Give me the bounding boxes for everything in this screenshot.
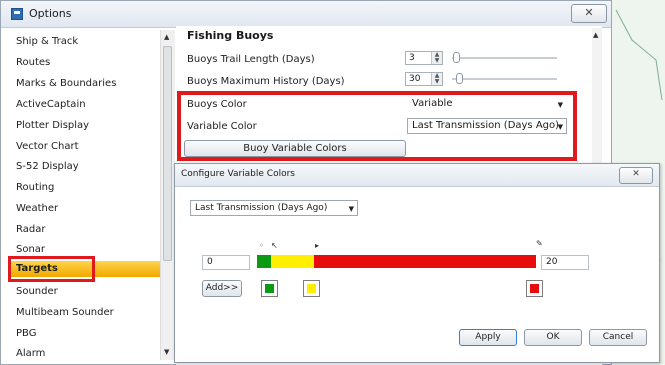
stop-marker-icon[interactable]: ↖	[271, 242, 278, 250]
red-color-swatch[interactable]	[526, 280, 543, 297]
sidebar-item-ship-track[interactable]: Ship & Track	[16, 36, 78, 47]
sidebar-item-vector-chart[interactable]: Vector Chart	[16, 141, 79, 152]
apply-label: Apply	[475, 332, 501, 342]
variable-source-value[interactable]: Last Transmission (Days Ago)	[195, 203, 327, 213]
stop-marker-icon[interactable]: ◦	[259, 242, 264, 250]
section-title: Fishing Buoys	[187, 29, 274, 42]
trail-length-slider[interactable]	[452, 57, 557, 59]
sidebar-scrollbar[interactable]: ▲ ▼	[160, 30, 175, 360]
color-bar-green-segment[interactable]	[257, 255, 271, 268]
range-max-value[interactable]: 20	[546, 257, 557, 267]
ok-button[interactable]: OK	[524, 329, 582, 346]
window-titlebar[interactable]: Options ✕	[1, 1, 611, 28]
cancel-label: Cancel	[602, 332, 634, 342]
trail-length-slider-knob[interactable]	[453, 52, 460, 63]
sidebar-item-radar[interactable]: Radar	[16, 224, 45, 235]
close-icon: ✕	[584, 6, 594, 19]
scrollbar-thumb[interactable]	[163, 46, 172, 261]
trail-length-value[interactable]: 3	[409, 53, 415, 63]
options-sidebar: Ship & Track Routes Marks & Boundaries A…	[8, 30, 175, 363]
range-max-field[interactable]: 20	[541, 255, 589, 270]
spin-buttons[interactable]: ▲ ▼	[431, 52, 442, 64]
sidebar-item-sonar[interactable]: Sonar	[16, 244, 45, 255]
apply-button[interactable]: Apply	[459, 329, 517, 346]
spin-down-icon[interactable]: ▼	[435, 78, 440, 85]
range-min-field[interactable]: 0	[202, 255, 250, 270]
color-bar-red-segment[interactable]	[314, 255, 536, 268]
ok-label: OK	[546, 332, 560, 342]
close-button[interactable]: ✕	[571, 4, 607, 23]
spin-down-icon[interactable]: ▼	[435, 57, 440, 64]
max-history-slider-knob[interactable]	[456, 73, 463, 84]
green-color-swatch[interactable]	[261, 280, 278, 297]
trail-length-spinner[interactable]: 3 ▲ ▼	[405, 51, 443, 65]
trail-length-label: Buoys Trail Length (Days)	[187, 54, 315, 65]
targets-highlight-box	[8, 256, 95, 282]
sidebar-item-marks-boundaries[interactable]: Marks & Boundaries	[16, 78, 116, 89]
dialog-title: Configure Variable Colors	[181, 169, 295, 179]
window-title: Options	[29, 7, 72, 20]
sidebar-item-alarm[interactable]: Alarm	[16, 348, 45, 359]
sidebar-item-sounder[interactable]: Sounder	[16, 286, 58, 297]
range-min-value[interactable]: 0	[207, 257, 213, 267]
dialog-titlebar[interactable]: Configure Variable Colors ✕	[175, 164, 659, 187]
max-history-slider[interactable]	[452, 78, 557, 80]
chevron-down-icon[interactable]: ▼	[349, 202, 354, 215]
variable-source-select[interactable]: Last Transmission (Days Ago) ▼	[190, 200, 358, 216]
max-history-spinner[interactable]: 30 ▲ ▼	[405, 72, 443, 86]
add-stop-button[interactable]: Add>>	[202, 280, 242, 297]
stop-marker-icon[interactable]: ▸	[315, 242, 319, 250]
sidebar-item-routes[interactable]: Routes	[16, 57, 50, 68]
max-history-label: Buoys Maximum History (Days)	[187, 76, 345, 87]
panel-scroll-up-icon[interactable]: ▲	[593, 31, 598, 39]
eyedropper-icon[interactable]: ✎	[536, 240, 543, 248]
add-stop-label: Add>>	[205, 283, 239, 293]
yellow-color-swatch[interactable]	[303, 280, 320, 297]
sidebar-item-activecaptain[interactable]: ActiveCaptain	[16, 99, 86, 110]
sidebar-item-s52-display[interactable]: S-52 Display	[16, 161, 79, 172]
scroll-down-icon[interactable]: ▼	[164, 348, 169, 356]
sidebar-item-routing[interactable]: Routing	[16, 182, 54, 193]
color-settings-highlight-box	[177, 91, 577, 161]
sidebar-item-plotter-display[interactable]: Plotter Display	[16, 120, 89, 131]
sidebar-item-multibeam-sounder[interactable]: Multibeam Sounder	[16, 307, 114, 318]
dialog-close-button[interactable]: ✕	[619, 167, 653, 184]
max-history-value[interactable]: 30	[409, 74, 420, 84]
cancel-button[interactable]: Cancel	[589, 329, 647, 346]
color-bar-yellow-segment[interactable]	[271, 255, 314, 268]
close-icon: ✕	[632, 169, 640, 179]
scroll-up-icon[interactable]: ▲	[164, 33, 169, 41]
sidebar-item-weather[interactable]: Weather	[16, 203, 58, 214]
sidebar-item-pbg[interactable]: PBG	[16, 328, 36, 339]
spin-buttons[interactable]: ▲ ▼	[431, 73, 442, 85]
app-icon	[11, 8, 23, 20]
